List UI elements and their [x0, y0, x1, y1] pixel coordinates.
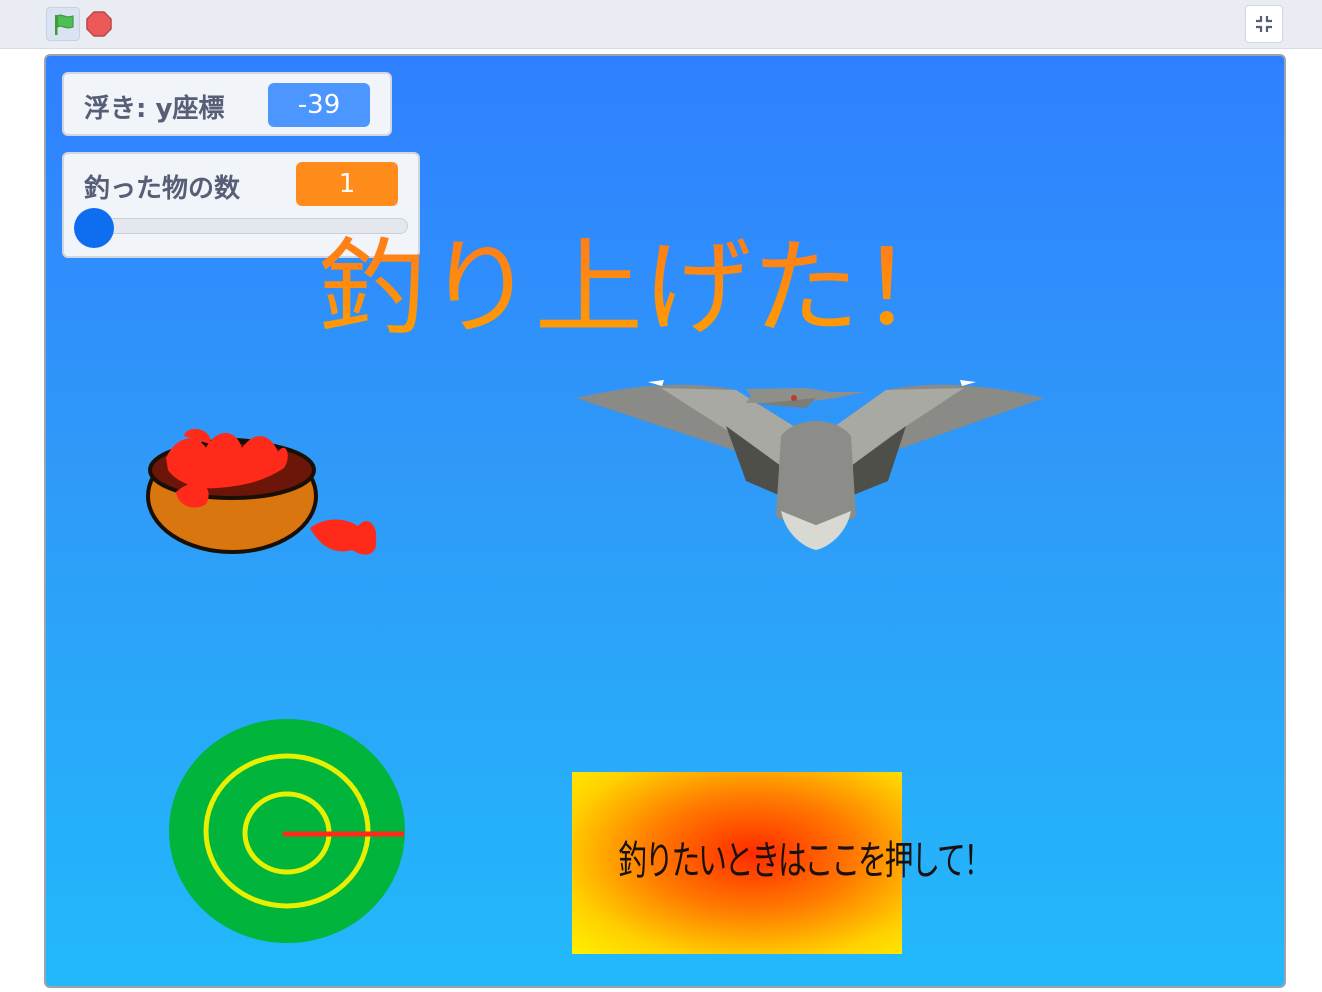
bowl-sprite[interactable]	[146, 429, 377, 555]
caught-headline: 釣り上げた！	[318, 227, 968, 349]
fish-now-button-label: 釣りたいときはここを押して！	[618, 838, 992, 884]
fish-now-button[interactable]: 釣りたいときはここを押して！	[572, 772, 992, 954]
target-sprite[interactable]	[169, 719, 405, 943]
stop-button[interactable]	[86, 11, 112, 37]
green-flag-icon	[55, 14, 74, 35]
green-flag-button[interactable]	[46, 7, 80, 41]
stage-toolbar	[0, 0, 1322, 49]
exit-fullscreen-icon	[1256, 16, 1272, 32]
stage[interactable]: 浮き: y座標 -39 釣った物の数 1 釣り上げた！ 釣りたいときはここを押し…	[44, 54, 1286, 988]
exit-fullscreen-button[interactable]	[1245, 5, 1283, 43]
stop-sign-icon	[86, 11, 112, 37]
pteranodon-sprite[interactable]	[576, 380, 1044, 550]
